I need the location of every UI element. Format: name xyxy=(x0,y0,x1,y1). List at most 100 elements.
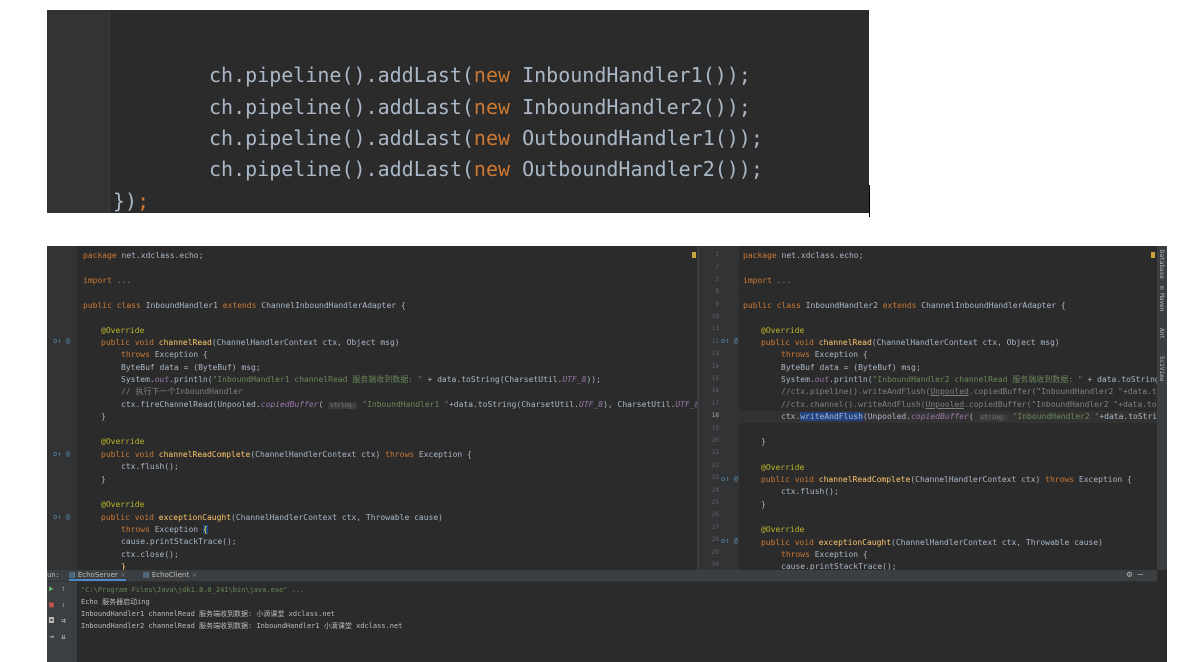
override-gutter-icon[interactable]: o↑ @ xyxy=(53,337,70,345)
rerun-icon[interactable]: ▶ xyxy=(49,584,54,593)
line-number: 17 xyxy=(711,399,719,407)
package-name: net.xdclass.echo; xyxy=(776,251,864,260)
line-number: 12 xyxy=(711,337,719,345)
code-line: @Override xyxy=(761,325,804,338)
keyword: public xyxy=(83,301,112,310)
line-number: 1 xyxy=(715,251,719,258)
statement: cause.printStackTrace(); xyxy=(781,562,897,570)
run-toolbar: ▶ ↑ ■ ↓ ◘ ⇉ ⇥ ⇊ xyxy=(47,582,77,662)
arrow-down-icon[interactable]: ↓ xyxy=(61,600,66,609)
brace: } xyxy=(761,500,766,509)
annotation: @Override xyxy=(101,500,145,509)
code-line: throws Exception { xyxy=(121,349,208,362)
method-name: channelReadComplete xyxy=(818,475,911,484)
constant: UTF_8 xyxy=(562,375,587,384)
statement: (Unpooled. xyxy=(862,412,912,421)
warning-marker[interactable] xyxy=(692,252,696,258)
tab-label: EchoClient xyxy=(151,571,190,579)
comment: Unpooled xyxy=(925,400,965,409)
statement: )); xyxy=(586,375,601,384)
editor-pane-left[interactable]: o↑ @ o↑ @ o↑ @ package net.xdclass.echo;… xyxy=(47,246,697,570)
code-line: cause.printStackTrace(); xyxy=(781,561,897,570)
code-line: System.out.println("InboundHandler1 chan… xyxy=(121,374,601,387)
annotation: @Override xyxy=(101,437,145,446)
comment: //ctx.pipeline().writeAndFlush( xyxy=(781,387,931,396)
override-gutter-icon[interactable]: o↑ @ xyxy=(53,450,70,458)
string-literal: "InboundHandler2 channelRead 服务端收到数据: " xyxy=(872,375,1083,384)
code-line: public void exceptionCaught(ChannelHandl… xyxy=(761,537,1103,550)
soft-wrap-icon[interactable]: ⇉ xyxy=(61,616,66,625)
keyword: import xyxy=(743,276,772,285)
line-number: 10 xyxy=(711,313,719,320)
database-tool-tab[interactable]: Database xyxy=(1158,250,1165,279)
code-line: @Override xyxy=(101,325,144,338)
close-icon[interactable]: × xyxy=(120,571,126,579)
line-number: 23 xyxy=(711,474,719,482)
code-line: public void channelRead(ChannelHandlerCo… xyxy=(101,337,400,350)
ant-tool-tab[interactable]: Ant xyxy=(1158,328,1165,339)
override-gutter-icon[interactable]: o↑ @ xyxy=(53,513,70,521)
comment: // 执行下一个InboundHandler xyxy=(121,387,243,396)
override-gutter-icon[interactable]: o↑ @ xyxy=(721,337,738,345)
code-line: package net.xdclass.echo; xyxy=(743,250,863,263)
code-line: throws Exception { xyxy=(781,349,868,362)
override-gutter-icon[interactable]: o↑ @ xyxy=(721,537,738,545)
annotation: @Override xyxy=(761,326,805,335)
line-number: 8 xyxy=(715,288,719,296)
package-name: net.xdclass.echo; xyxy=(116,251,204,260)
comment: //ctx.channel().writeAndFlush( xyxy=(781,400,926,409)
code-line: public void channelReadComplete(ChannelH… xyxy=(101,449,472,462)
sciview-tool-tab[interactable]: SciView xyxy=(1158,356,1165,381)
settings-icon[interactable]: ⚙ — xyxy=(1127,570,1143,580)
parent-class: ChannelInboundHandlerAdapter { xyxy=(256,301,406,310)
keyword: class xyxy=(776,301,801,310)
code-line: } xyxy=(101,474,106,487)
text-caret xyxy=(869,185,870,217)
line-number: 21 xyxy=(711,449,719,457)
statement: cause.printStackTrace(); xyxy=(121,537,237,546)
closing-brace: }) xyxy=(113,189,138,213)
maven-tool-tab[interactable]: m Maven xyxy=(1158,286,1165,311)
code-line: @Override xyxy=(101,499,144,512)
snippet-line-1: ch.pipeline().addLast(new InboundHandler… xyxy=(209,62,751,88)
code-line: } xyxy=(761,436,766,449)
console-line: InboundHandler1 channelRead 服务端收到数据: 小滴课… xyxy=(81,610,336,618)
param-hint: string: xyxy=(328,402,358,409)
console-line: "C:\Program Files\Java\jdk1.8.0_241\bin\… xyxy=(81,586,305,594)
snippet-gutter-border xyxy=(109,10,110,213)
fold-marker[interactable]: ... xyxy=(117,276,131,285)
tab-echoclient[interactable]: ▤ EchoClient × xyxy=(143,571,197,579)
close-icon[interactable]: × xyxy=(191,571,197,579)
warning-marker[interactable] xyxy=(1151,252,1155,258)
scroll-to-end-icon[interactable]: ⇊ xyxy=(61,632,66,641)
override-gutter-icon[interactable]: o↑ @ xyxy=(721,475,738,483)
code-line: public void channelRead(ChannelHandlerCo… xyxy=(761,337,1060,350)
keyword: public void xyxy=(101,338,159,347)
keyword: public void xyxy=(101,450,159,459)
arrow-up-icon[interactable]: ↑ xyxy=(61,584,66,593)
code-line: @Override xyxy=(761,462,804,475)
exception: Exception { xyxy=(414,450,472,459)
selected-text[interactable]: writeAndFlush xyxy=(800,412,863,421)
camera-icon[interactable]: ◘ xyxy=(49,616,54,625)
line-number: 3 xyxy=(715,275,719,283)
keyword: public void xyxy=(761,538,819,547)
code-line: ctx.flush(); xyxy=(121,461,179,474)
code-line: } xyxy=(101,411,106,424)
statement: .println( xyxy=(169,375,213,384)
snippet-closing: }); xyxy=(113,189,149,213)
code-snippet-zoom: ch.pipeline().addLast(new InboundHandler… xyxy=(47,10,869,213)
snippet-code: InboundHandler1()); xyxy=(510,63,751,87)
line-number: 9 xyxy=(715,300,719,308)
fold-marker[interactable]: ... xyxy=(777,276,791,285)
code-line: public class InboundHandler2 extends Cha… xyxy=(743,300,1066,313)
matched-brace: { xyxy=(202,525,208,534)
tab-echoserver[interactable]: ▤ EchoServer × xyxy=(69,571,126,581)
statement: ctx.close(); xyxy=(121,550,179,559)
editor-pane-right[interactable]: 1 2 3 8 9 10 11 12 13 14 15 16 17 18 19 20 21 22 23 24 25 26 2… xyxy=(699,246,1157,570)
statement: ByteBuf data = (ByteBuf) msg; xyxy=(121,363,261,372)
exit-icon[interactable]: ⇥ xyxy=(49,632,54,641)
stop-icon[interactable]: ■ xyxy=(49,600,54,609)
keyword: throws xyxy=(121,525,150,534)
code-line: package net.xdclass.echo; xyxy=(83,250,203,263)
